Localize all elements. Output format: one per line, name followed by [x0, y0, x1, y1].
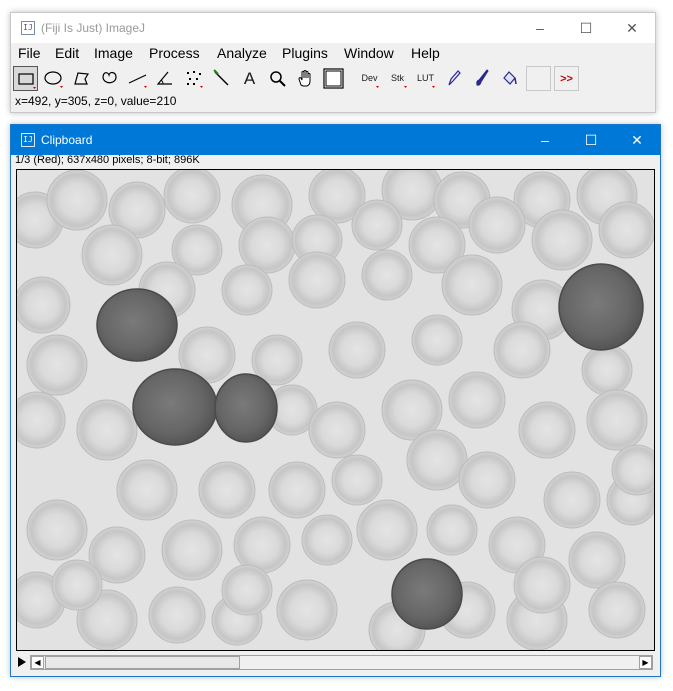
text-tool-button[interactable]: A: [237, 66, 262, 91]
fiji-main-window: IJ (Fiji Is Just) ImageJ – ☐ ✕ File Edit…: [10, 12, 656, 113]
fiji-titlebar[interactable]: IJ (Fiji Is Just) ImageJ – ☐ ✕: [11, 13, 655, 43]
image-canvas[interactable]: [16, 169, 655, 651]
hand-tool-button[interactable]: [293, 66, 318, 91]
slice-scrollbar[interactable]: ◀ ▶: [30, 655, 653, 670]
magnifier-tool-button[interactable]: [265, 66, 290, 91]
minimize-button[interactable]: –: [517, 13, 563, 43]
color-picker-tool-button[interactable]: [321, 66, 346, 91]
more-tools-button[interactable]: >>: [554, 66, 579, 91]
slice-scroll-row: ◀ ▶: [16, 654, 655, 671]
maximize-button[interactable]: ☐: [568, 125, 614, 155]
lut-tool-button[interactable]: LUT: [413, 66, 438, 91]
straight-line-icon: [128, 74, 147, 88]
brush-tool-button[interactable]: [469, 66, 494, 91]
window-title: Clipboard: [41, 133, 93, 147]
rectangle-tool-button[interactable]: [13, 66, 38, 91]
wand-icon: [213, 69, 229, 86]
angle-tool-button[interactable]: [153, 66, 178, 91]
menu-help[interactable]: Help: [411, 45, 440, 61]
clipboard-window: IJ Clipboard – ☐ ✕ 1/3 (Red); 637x480 pi…: [10, 124, 661, 677]
flood-fill-tool-button[interactable]: [497, 66, 522, 91]
pencil-tool-button[interactable]: [441, 66, 466, 91]
oval-icon: [44, 71, 63, 88]
maximize-button[interactable]: ☐: [563, 13, 609, 43]
magnifier-icon: [270, 71, 286, 87]
dev-tool-button[interactable]: Dev: [357, 66, 382, 91]
window-title: (Fiji Is Just) ImageJ: [41, 21, 146, 35]
brush-icon: [476, 69, 489, 86]
stk-tool-button[interactable]: Stk: [385, 66, 410, 91]
freehand-icon: [102, 71, 117, 84]
menu-bar: File Edit Image Process Analyze Plugins …: [11, 43, 655, 65]
wand-tool-button[interactable]: [209, 66, 234, 91]
menu-window[interactable]: Window: [344, 45, 394, 61]
scroll-left-arrow-icon[interactable]: ◀: [31, 656, 44, 669]
pencil-icon: [448, 70, 461, 86]
dropdown-arrow-icon: [432, 86, 435, 88]
menu-file[interactable]: File: [18, 45, 41, 61]
point-tool-button[interactable]: [181, 66, 206, 91]
dropdown-arrow-icon: [404, 86, 407, 88]
angle-icon: [156, 71, 172, 85]
minimize-button[interactable]: –: [522, 125, 568, 155]
play-animation-icon[interactable]: [18, 657, 26, 667]
color-picker-icon: [323, 68, 344, 89]
imagej-logo-icon: IJ: [21, 133, 35, 147]
menu-analyze[interactable]: Analyze: [217, 45, 267, 61]
polygon-icon: [74, 72, 90, 85]
clipboard-titlebar[interactable]: IJ Clipboard – ☐ ✕: [11, 125, 660, 155]
scroll-right-arrow-icon[interactable]: ▶: [639, 656, 652, 669]
polygon-tool-button[interactable]: [69, 66, 94, 91]
multipoint-icon: [187, 71, 203, 88]
flood-fill-icon: [503, 71, 517, 85]
image-info-line: 1/3 (Red); 637x480 pixels; 8-bit; 896K: [15, 154, 200, 166]
empty-tool-slot[interactable]: [526, 66, 551, 91]
rectangle-icon: [18, 73, 36, 89]
oval-tool-button[interactable]: [41, 66, 66, 91]
menu-process[interactable]: Process: [149, 45, 200, 61]
menu-image[interactable]: Image: [94, 45, 133, 61]
freehand-tool-button[interactable]: [97, 66, 122, 91]
menu-edit[interactable]: Edit: [55, 45, 79, 61]
dropdown-arrow-icon: [376, 86, 379, 88]
blood-smear-image: [17, 170, 654, 650]
close-button[interactable]: ✕: [614, 125, 660, 155]
imagej-logo-icon: IJ: [21, 21, 35, 35]
menu-plugins[interactable]: Plugins: [282, 45, 328, 61]
close-button[interactable]: ✕: [609, 13, 655, 43]
tool-bar: A Dev Stk LUT >>: [11, 65, 655, 92]
line-tool-button[interactable]: [125, 66, 150, 91]
hand-icon: [298, 70, 311, 87]
status-bar: x=492, y=305, z=0, value=210: [15, 94, 177, 108]
scrollbar-thumb[interactable]: [45, 656, 240, 669]
